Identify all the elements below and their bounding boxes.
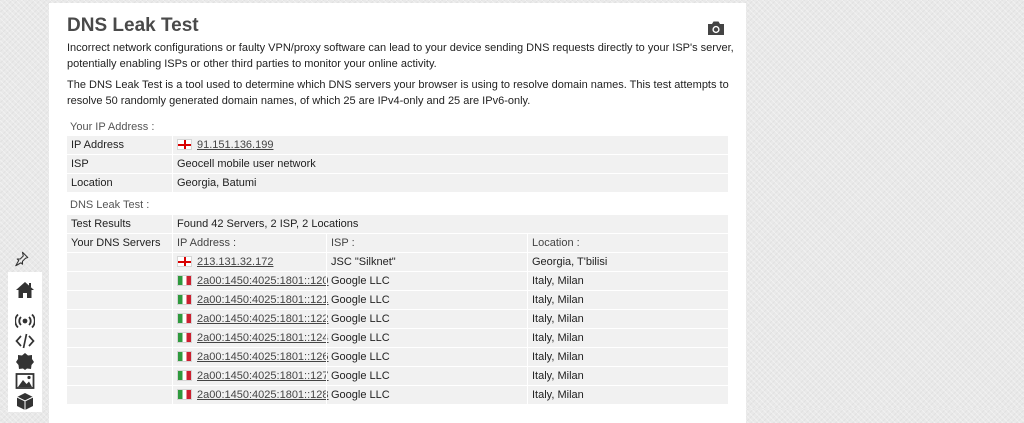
italy-flag-icon bbox=[177, 332, 192, 343]
server-location: Italy, Milan bbox=[532, 351, 584, 363]
image-icon[interactable] bbox=[15, 372, 35, 390]
ip-address-row: IP Address 91.151.136.199 bbox=[67, 136, 728, 154]
server-ip-link[interactable]: 2a00:1450:4025:1801::122 bbox=[197, 313, 329, 325]
table-row: 2a00:1450:4025:1801::126 Google LLC Ital… bbox=[67, 348, 728, 366]
home-icon[interactable] bbox=[15, 281, 35, 299]
server-isp: JSC "Silknet" bbox=[331, 256, 396, 268]
test-results-label: Test Results bbox=[71, 218, 131, 230]
italy-flag-icon bbox=[177, 313, 192, 324]
cube-icon[interactable] bbox=[15, 392, 35, 410]
server-isp: Google LLC bbox=[331, 275, 390, 287]
column-header-isp: ISP : bbox=[331, 237, 355, 249]
column-header-location: Location : bbox=[532, 237, 580, 249]
ip-address-link[interactable]: 91.151.136.199 bbox=[197, 139, 273, 151]
server-location: Italy, Milan bbox=[532, 313, 584, 325]
isp-value: Geocell mobile user network bbox=[177, 158, 316, 170]
server-location: Italy, Milan bbox=[532, 332, 584, 344]
server-location: Italy, Milan bbox=[532, 294, 584, 306]
table-row: 2a00:1450:4025:1801::128 Google LLC Ital… bbox=[67, 386, 728, 404]
pin-icon[interactable] bbox=[12, 250, 30, 268]
badge-icon[interactable] bbox=[15, 352, 35, 370]
sidebar bbox=[8, 272, 42, 412]
server-location: Georgia, T'bilisi bbox=[532, 256, 608, 268]
camera-icon[interactable] bbox=[707, 20, 725, 36]
page-title: DNS Leak Test bbox=[67, 15, 199, 36]
server-isp: Google LLC bbox=[331, 332, 390, 344]
isp-row: ISP Geocell mobile user network bbox=[67, 155, 728, 173]
server-isp: Google LLC bbox=[331, 313, 390, 325]
server-isp: Google LLC bbox=[331, 389, 390, 401]
dns-servers-label: Your DNS Servers bbox=[71, 237, 161, 249]
server-ip-link[interactable]: 2a00:1450:4025:1801::126 bbox=[197, 351, 329, 363]
italy-flag-icon bbox=[177, 370, 192, 381]
server-ip-link[interactable]: 2a00:1450:4025:1801::120 bbox=[197, 275, 329, 287]
table-row: 2a00:1450:4025:1801::124 Google LLC Ital… bbox=[67, 329, 728, 347]
intro-paragraph-1: Incorrect network configurations or faul… bbox=[67, 42, 734, 70]
test-results-row: Test Results Found 42 Servers, 2 ISP, 2 … bbox=[67, 215, 728, 233]
server-isp: Google LLC bbox=[331, 294, 390, 306]
ip-address-label: IP Address bbox=[71, 139, 124, 151]
server-ip-link[interactable]: 2a00:1450:4025:1801::127 bbox=[197, 370, 329, 382]
dns-section-label: DNS Leak Test : bbox=[70, 199, 150, 211]
column-header-ip: IP Address : bbox=[177, 237, 237, 249]
server-ip-link[interactable]: 2a00:1450:4025:1801::124 bbox=[197, 332, 329, 344]
server-location: Italy, Milan bbox=[532, 370, 584, 382]
table-row: 2a00:1450:4025:1801::120 Google LLC Ital… bbox=[67, 272, 728, 290]
server-isp: Google LLC bbox=[331, 370, 390, 382]
georgia-flag-icon bbox=[177, 139, 192, 150]
dns-leak-test-panel: DNS Leak Test Incorrect network configur… bbox=[49, 3, 746, 423]
table-row: 2a00:1450:4025:1801::122 Google LLC Ital… bbox=[67, 310, 728, 328]
italy-flag-icon bbox=[177, 351, 192, 362]
location-value: Georgia, Batumi bbox=[177, 177, 257, 189]
broadcast-icon[interactable] bbox=[15, 312, 35, 330]
dns-servers-header-row: Your DNS Servers IP Address : ISP : Loca… bbox=[67, 234, 728, 252]
server-isp: Google LLC bbox=[331, 351, 390, 363]
server-ip-link[interactable]: 2a00:1450:4025:1801::121 bbox=[197, 294, 329, 306]
table-row: 2a00:1450:4025:1801::127 Google LLC Ital… bbox=[67, 367, 728, 385]
intro-paragraph-2: The DNS Leak Test is a tool used to dete… bbox=[67, 79, 729, 107]
table-row: 213.131.32.172 JSC "Silknet" Georgia, T'… bbox=[67, 253, 728, 271]
code-icon[interactable] bbox=[15, 332, 35, 350]
test-results-value: Found 42 Servers, 2 ISP, 2 Locations bbox=[177, 218, 359, 230]
location-label: Location bbox=[71, 177, 113, 189]
georgia-flag-icon bbox=[177, 256, 192, 267]
table-row: 2a00:1450:4025:1801::121 Google LLC Ital… bbox=[67, 291, 728, 309]
italy-flag-icon bbox=[177, 389, 192, 400]
ip-address-value: 91.151.136.199 bbox=[177, 139, 273, 151]
ip-section-label: Your IP Address : bbox=[70, 121, 155, 133]
server-location: Italy, Milan bbox=[532, 275, 584, 287]
server-ip-link[interactable]: 213.131.32.172 bbox=[197, 256, 273, 268]
server-location: Italy, Milan bbox=[532, 389, 584, 401]
location-row: Location Georgia, Batumi bbox=[67, 174, 728, 192]
isp-label: ISP bbox=[71, 158, 89, 170]
italy-flag-icon bbox=[177, 275, 192, 286]
italy-flag-icon bbox=[177, 294, 192, 305]
server-ip-link[interactable]: 2a00:1450:4025:1801::128 bbox=[197, 389, 329, 401]
